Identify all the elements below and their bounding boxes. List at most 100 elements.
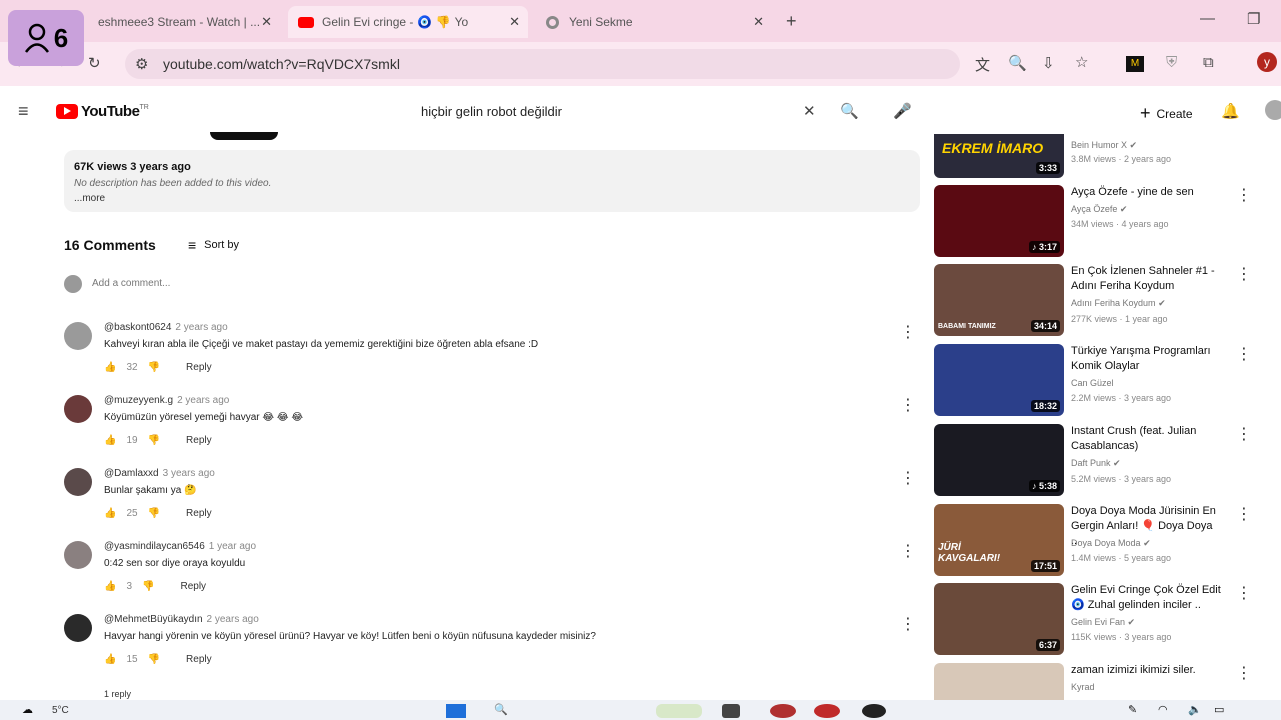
recommendation-item[interactable]: ♪ 5:38 Instant Crush (feat. Julian Casab… (934, 424, 1254, 500)
video-thumbnail[interactable]: BABAMI TANIMIZ 34:14 (934, 264, 1064, 336)
more-options-icon[interactable]: ⋮ (900, 468, 916, 488)
description-box[interactable]: 67K views 3 years ago No description has… (64, 150, 920, 212)
maximize-icon[interactable]: ❐ (1247, 10, 1260, 28)
dislike-icon[interactable]: 👎 (148, 508, 160, 519)
more-options-icon[interactable]: ⋮ (1236, 264, 1252, 284)
site-info-icon[interactable]: ⚙ (135, 55, 148, 73)
recommendation-item[interactable]: BABAMI TANIMIZ 34:14 En Çok İzlenen Sahn… (934, 264, 1254, 340)
reply-button[interactable]: Reply (186, 508, 212, 519)
recommendation-item[interactable]: 6:37 Gelin Evi Cringe Çok Özel Edit 🧿 Zu… (934, 583, 1254, 659)
video-title[interactable]: Ayça Özefe - yine de sen (1071, 185, 1221, 200)
volume-icon[interactable]: 🔈 (1188, 703, 1202, 716)
recommendation-item[interactable]: zaman izimizi ikimizi siler. Kyrad ⋮ (934, 663, 1254, 700)
taskbar-search-icon[interactable]: 🔍 (494, 703, 508, 716)
tab-new[interactable]: Yeni Sekme ✕ (536, 6, 772, 38)
weather-icon[interactable]: ☁ (22, 703, 33, 716)
replies-toggle[interactable]: 1 reply (104, 689, 131, 699)
avatar[interactable] (64, 395, 92, 423)
video-thumbnail[interactable]: JÜRİ KAVGALARI! 17:51 (934, 504, 1064, 576)
video-title[interactable]: Instant Crush (feat. Julian Casablancas) (1071, 424, 1221, 454)
notifications-bell-icon[interactable]: 🔔 (1221, 102, 1240, 120)
taskbar-app-icon[interactable] (862, 704, 886, 718)
dislike-icon[interactable]: 👎 (142, 581, 154, 592)
extensions-puzzle-icon[interactable]: ⧉ (1203, 54, 1214, 71)
video-thumbnail[interactable]: EKREM İMARO 3:33 (934, 134, 1064, 178)
windows-start-icon[interactable] (446, 704, 466, 718)
close-icon[interactable]: ✕ (753, 14, 764, 30)
reply-button[interactable]: Reply (186, 362, 212, 373)
more-options-icon[interactable]: ⋮ (1236, 185, 1252, 205)
subscribe-button[interactable] (210, 132, 278, 140)
recommendation-item[interactable]: JÜRİ KAVGALARI! 17:51 Doya Doya Moda Jür… (934, 504, 1254, 580)
more-options-icon[interactable]: ⋮ (1236, 504, 1252, 524)
video-thumbnail[interactable]: ♪ 5:38 (934, 424, 1064, 496)
more-options-icon[interactable]: ⋮ (900, 322, 916, 342)
video-title[interactable]: En Çok İzlenen Sahneler #1 - Adını Ferih… (1071, 264, 1221, 294)
avatar[interactable] (64, 541, 92, 569)
avatar[interactable] (64, 322, 92, 350)
more-options-icon[interactable]: ⋮ (900, 395, 916, 415)
comment-author[interactable]: @Damlaxxd 3 years ago (104, 468, 215, 479)
translate-icon[interactable]: 文 (975, 54, 990, 75)
bookmark-star-icon[interactable]: ☆ (1075, 53, 1088, 71)
new-tab-icon[interactable]: + (786, 11, 797, 32)
avatar[interactable] (64, 468, 92, 496)
recommendation-item[interactable]: 18:32 Türkiye Yarışma Programları Komik … (934, 344, 1254, 420)
pen-icon[interactable]: ✎ (1128, 703, 1137, 716)
tab-gelin-evi[interactable]: Gelin Evi cringe - 🧿 👎 Yo ✕ (288, 6, 528, 38)
more-options-icon[interactable]: ⋮ (1236, 344, 1252, 364)
like-icon[interactable]: 👍 (104, 508, 116, 519)
video-title[interactable]: Gelin Evi Cringe Çok Özel Edit 🧿 Zuhal g… (1071, 583, 1221, 613)
video-thumbnail[interactable] (934, 663, 1064, 700)
comment-author[interactable]: @yasmindilaycan6546 1 year ago (104, 541, 256, 552)
dislike-icon[interactable]: 👎 (148, 362, 160, 373)
close-icon[interactable]: ✕ (509, 14, 520, 30)
extension-icon[interactable]: M (1126, 56, 1144, 72)
more-link[interactable]: ...more (74, 193, 105, 204)
more-options-icon[interactable]: ⋮ (900, 614, 916, 634)
create-button[interactable]: + Create (1140, 103, 1193, 124)
more-options-icon[interactable]: ⋮ (900, 541, 916, 561)
reload-icon[interactable]: ↻ (88, 54, 101, 72)
taskbar-chrome-icon[interactable] (814, 704, 840, 718)
dislike-icon[interactable]: 👎 (148, 654, 160, 665)
taskbar-app-icon[interactable] (722, 704, 740, 718)
menu-icon[interactable]: ≡ (18, 101, 29, 122)
wifi-icon[interactable]: ◠ (1158, 703, 1168, 716)
avatar[interactable] (64, 614, 92, 642)
microphone-icon[interactable]: 🎤 (893, 102, 912, 120)
more-options-icon[interactable]: ⋮ (1236, 583, 1252, 603)
recommendation-item[interactable]: EKREM İMARO 3:33 Bein Humor X ✔ 3.8M vie… (934, 134, 1254, 180)
like-icon[interactable]: 👍 (104, 654, 116, 665)
comment-author[interactable]: @MehmetBüyükaydın 2 years ago (104, 614, 259, 625)
url-bar[interactable]: ⚙ youtube.com/watch?v=RqVDCX7smkl (125, 49, 960, 79)
account-avatar[interactable] (1265, 100, 1281, 120)
like-icon[interactable]: 👍 (104, 362, 116, 373)
video-thumbnail[interactable]: 6:37 (934, 583, 1064, 655)
sort-by-button[interactable]: ≡ Sort by (188, 237, 239, 253)
close-icon[interactable]: ✕ (261, 14, 272, 30)
like-icon[interactable]: 👍 (104, 435, 116, 446)
video-title[interactable]: zaman izimizi ikimizi siler. (1071, 663, 1221, 678)
more-options-icon[interactable]: ⋮ (1236, 663, 1252, 683)
like-icon[interactable]: 👍 (104, 581, 116, 592)
youtube-logo[interactable]: YouTube TR (56, 103, 149, 120)
shield-icon[interactable]: ⛨ (1166, 54, 1177, 71)
more-options-icon[interactable]: ⋮ (1236, 424, 1252, 444)
reply-button[interactable]: Reply (186, 654, 212, 665)
reply-button[interactable]: Reply (186, 435, 212, 446)
dislike-icon[interactable]: 👎 (148, 435, 160, 446)
install-icon[interactable]: ⇩ (1042, 54, 1055, 72)
video-title[interactable]: Türkiye Yarışma Programları Komik Olayla… (1071, 344, 1221, 374)
video-thumbnail[interactable]: 18:32 (934, 344, 1064, 416)
search-input[interactable]: hiçbir gelin robot değildir ✕ (405, 96, 830, 128)
battery-icon[interactable]: ▭ (1214, 703, 1224, 716)
video-thumbnail[interactable]: ♪ 3:17 (934, 185, 1064, 257)
add-comment-input[interactable]: Add a comment... (92, 278, 170, 289)
minimize-icon[interactable]: — (1200, 10, 1215, 27)
profile-avatar[interactable]: y (1257, 52, 1277, 72)
taskbar-app-icon[interactable] (656, 704, 702, 718)
zoom-icon[interactable]: 🔍 (1008, 54, 1027, 72)
tab-stream[interactable]: eshmeee3 Stream - Watch | ... ✕ (70, 6, 280, 38)
search-icon[interactable]: 🔍 (840, 102, 859, 120)
